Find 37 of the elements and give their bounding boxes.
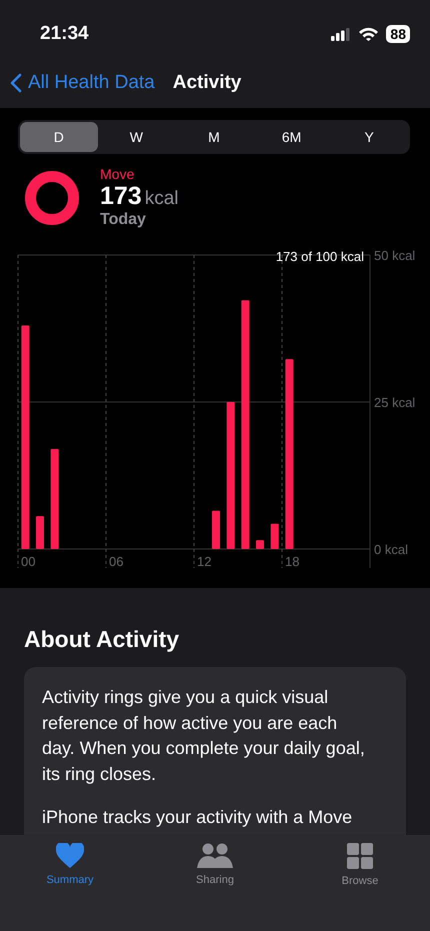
people-icon — [197, 843, 233, 868]
chart-bar — [212, 510, 220, 549]
goal-label: 173 of 100 kcal — [276, 249, 364, 264]
period-tab[interactable]: 6M — [252, 122, 330, 152]
period-tab[interactable]: M — [175, 122, 253, 152]
metric-unit: kcal — [144, 188, 179, 210]
signal-icon — [331, 28, 352, 40]
period-tab[interactable]: D — [20, 122, 98, 152]
battery-level: 88 — [386, 25, 410, 43]
chart-bar — [36, 516, 44, 549]
page-title: Activity — [172, 72, 242, 94]
move-ring-icon — [24, 170, 80, 226]
info-text: iPhone tracks your activity with a Move — [42, 806, 354, 829]
tab-item[interactable]: Sharing — [175, 843, 255, 893]
tab-item[interactable]: Summary — [30, 843, 110, 893]
axis-label: 00 — [21, 554, 36, 568]
period-label: Today — [100, 211, 147, 229]
wifi-icon — [359, 27, 378, 41]
status-time: 21:34 — [40, 23, 89, 45]
axis-label: 06 — [109, 554, 124, 568]
info-text: Activity rings give you a quick visual reference of how active you are each day. When you complete your daily goal, its ring closes. — [42, 686, 366, 786]
section-heading: About Activity — [24, 626, 180, 653]
back-chevron-icon — [10, 73, 22, 93]
heart-icon — [56, 843, 84, 868]
grid-icon — [347, 843, 373, 869]
axis-label: 25 kcal — [374, 395, 416, 410]
metric-value: 173 — [100, 182, 142, 211]
axis-label: 0 kcal — [374, 542, 408, 557]
period-tab[interactable]: Y — [330, 122, 408, 152]
chart-bar — [256, 540, 264, 549]
period-tab[interactable]: W — [98, 122, 176, 152]
metric-label: Move — [100, 166, 136, 182]
chart-bar — [270, 524, 279, 549]
axis-label: 12 — [197, 554, 212, 568]
axis-label: 18 — [285, 554, 300, 568]
tab-item[interactable]: Browse — [320, 843, 400, 893]
axis-label: 50 kcal — [374, 248, 416, 263]
